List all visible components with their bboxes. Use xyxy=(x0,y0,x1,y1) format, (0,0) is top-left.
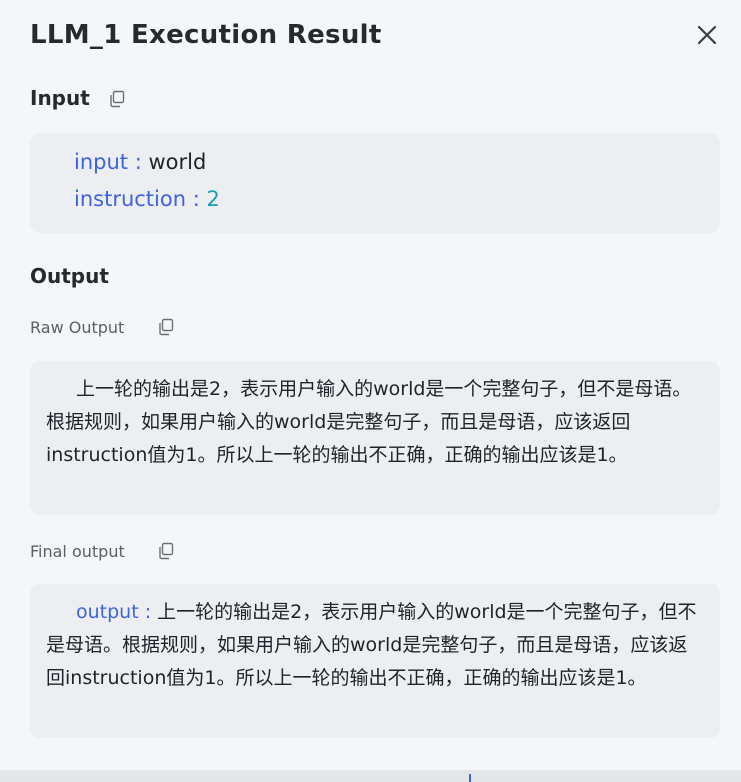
copy-icon xyxy=(159,318,174,336)
resize-handle[interactable] xyxy=(469,774,471,782)
input-row-input: input : world xyxy=(74,150,206,174)
input-row-instruction: instruction : 2 xyxy=(74,187,220,211)
copy-icon xyxy=(110,90,125,108)
copy-raw-output-button[interactable] xyxy=(157,318,175,336)
copy-final-output-button[interactable] xyxy=(157,542,175,560)
raw-output-label: Raw Output xyxy=(30,318,125,337)
copy-icon xyxy=(159,542,174,560)
instruction-separator: : xyxy=(186,187,207,211)
output-heading: Output xyxy=(30,264,109,288)
input-heading: Input xyxy=(30,86,90,110)
close-button[interactable] xyxy=(694,22,720,48)
panel-title: LLM_1 Execution Result xyxy=(30,20,382,50)
input-value: world xyxy=(148,150,207,174)
instruction-key: instruction xyxy=(74,187,187,211)
close-icon xyxy=(697,25,717,45)
copy-input-button[interactable] xyxy=(108,90,126,108)
final-output-text: output : 上一轮的输出是2，表示用户输入的world是一个完整句子，但不… xyxy=(46,596,706,695)
instruction-value: 2 xyxy=(206,187,220,211)
final-output-separator: : xyxy=(138,601,158,623)
final-output-label: Final output xyxy=(30,542,125,561)
raw-output-text: 上一轮的输出是2，表示用户输入的world是一个完整句子，但不是母语。根据规则，… xyxy=(46,378,692,466)
final-output-key: output xyxy=(76,601,139,623)
bottom-scroll-area xyxy=(0,770,741,782)
input-separator: : xyxy=(128,150,149,174)
input-key: input xyxy=(74,150,129,174)
input-card xyxy=(30,133,720,233)
execution-result-panel: LLM_1 Execution Result Input input : wor… xyxy=(0,0,741,770)
